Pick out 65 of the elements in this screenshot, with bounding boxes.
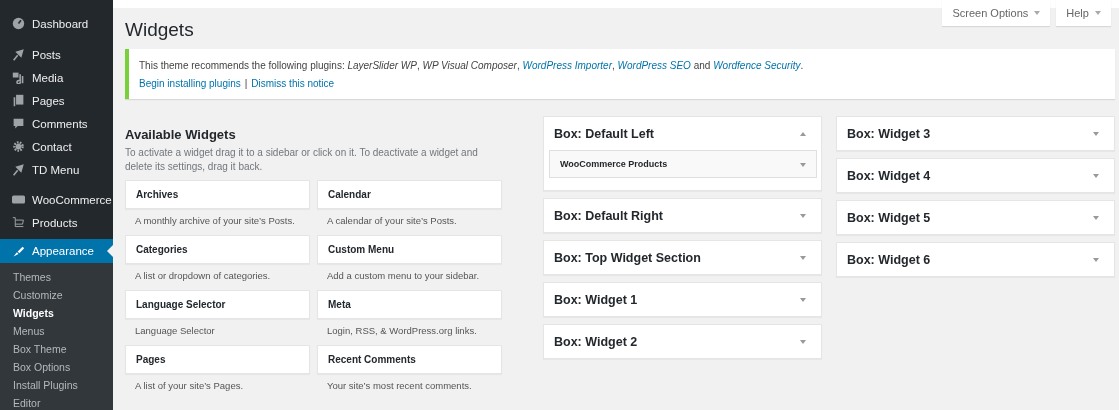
pages-icon [12, 94, 25, 107]
area-title[interactable]: Box: Widget 2 [554, 334, 638, 349]
area-title[interactable]: Box: Widget 5 [847, 210, 931, 225]
widget-card[interactable]: Language Selector [125, 290, 310, 319]
menu-item[interactable]: WooCommerce [0, 188, 113, 211]
menu-item[interactable]: Dashboard [0, 12, 113, 35]
area-title[interactable]: Box: Top Widget Section [554, 250, 701, 265]
plugin-link[interactable]: Wordfence Security [713, 60, 801, 71]
plugin-link[interactable]: WordPress SEO [617, 60, 691, 71]
submenu-item[interactable]: Install Plugins [0, 376, 113, 394]
gear-icon [12, 140, 25, 153]
section-title: Available Widgets [125, 127, 237, 142]
menu-item[interactable]: Posts [0, 43, 113, 66]
menu-item[interactable]: Pages [0, 89, 113, 112]
menu-item[interactable]: TD Menu [0, 158, 113, 181]
widget-card[interactable]: Recent Comments [317, 345, 502, 374]
area-title[interactable]: Box: Default Left [554, 126, 654, 141]
area-title[interactable]: Box: Widget 3 [847, 126, 931, 141]
widget-card[interactable]: Meta [317, 290, 502, 319]
submenu-item[interactable]: Widgets [0, 304, 113, 322]
widget-card[interactable]: Custom Menu [317, 235, 502, 264]
widget-description: Add a custom menu to your sidebar. [326, 269, 481, 283]
notice-link[interactable]: Begin installing plugins [139, 78, 241, 89]
section-description: To activate a widget drag it to a sidebar or click on it. To deactivate a widget and delete its settings, drag it back. [125, 146, 479, 173]
submenu-item[interactable]: Themes [0, 268, 113, 286]
menu-item[interactable]: Comments [0, 112, 113, 135]
page-title: Widgets [125, 19, 195, 41]
menu-item[interactable]: Appearance [0, 239, 113, 263]
area-title[interactable]: Box: Widget 6 [847, 252, 931, 267]
submenu-item[interactable]: Editor [0, 394, 113, 410]
widget-description: Language Selector [134, 324, 216, 338]
brush-icon [12, 244, 25, 258]
submenu-item[interactable]: Box Options [0, 358, 113, 376]
separator-text: | [244, 78, 248, 89]
widget-description: Login, RSS, & WordPress.org links. [326, 324, 478, 338]
widget-description: A list of your site’s Pages. [134, 379, 245, 393]
media-icon [12, 71, 25, 84]
pin-icon [12, 48, 25, 61]
widget-card[interactable]: Pages [125, 345, 310, 374]
menu-item[interactable]: Media [0, 66, 113, 89]
screen-tab[interactable]: Help [1056, 0, 1111, 26]
submenu-item[interactable]: Menus [0, 322, 113, 340]
notice-text: This theme recommends the following plugins: LayerSlider WP, WP Visual Composer, WordPress Importer, WordPress SEO and Wordfence Security. [139, 60, 805, 71]
cart-icon [12, 216, 25, 229]
area-title[interactable]: Box: Widget 4 [847, 168, 931, 183]
widget-card[interactable]: Archives [125, 180, 310, 209]
screen-tab[interactable]: Screen Options [942, 0, 1051, 26]
notice-link[interactable]: Dismiss this notice [251, 78, 335, 89]
area-title[interactable]: Box: Widget 1 [554, 292, 638, 307]
plugin-link[interactable]: WordPress Importer [522, 60, 612, 71]
widget-description: A list or dropdown of categories. [134, 269, 272, 283]
gauge-icon [12, 17, 25, 30]
widget-description: Your site’s most recent comments. [326, 379, 473, 393]
menu-item[interactable]: Contact [0, 135, 113, 158]
widget-card[interactable]: Categories [125, 235, 310, 264]
submenu-item[interactable]: Customize [0, 286, 113, 304]
comment-icon [12, 117, 25, 130]
pin-icon [12, 163, 25, 176]
widget-description: A calendar of your site’s Posts. [326, 214, 458, 228]
menu-item[interactable]: Products [0, 211, 113, 234]
widget-description: A monthly archive of your site’s Posts. [134, 214, 296, 228]
widget-card[interactable]: Calendar [317, 180, 502, 209]
submenu-item[interactable]: Box Theme [0, 340, 113, 358]
area-title[interactable]: Box: Default Right [554, 208, 664, 223]
placed-widget[interactable]: WooCommerce Products [549, 150, 817, 178]
